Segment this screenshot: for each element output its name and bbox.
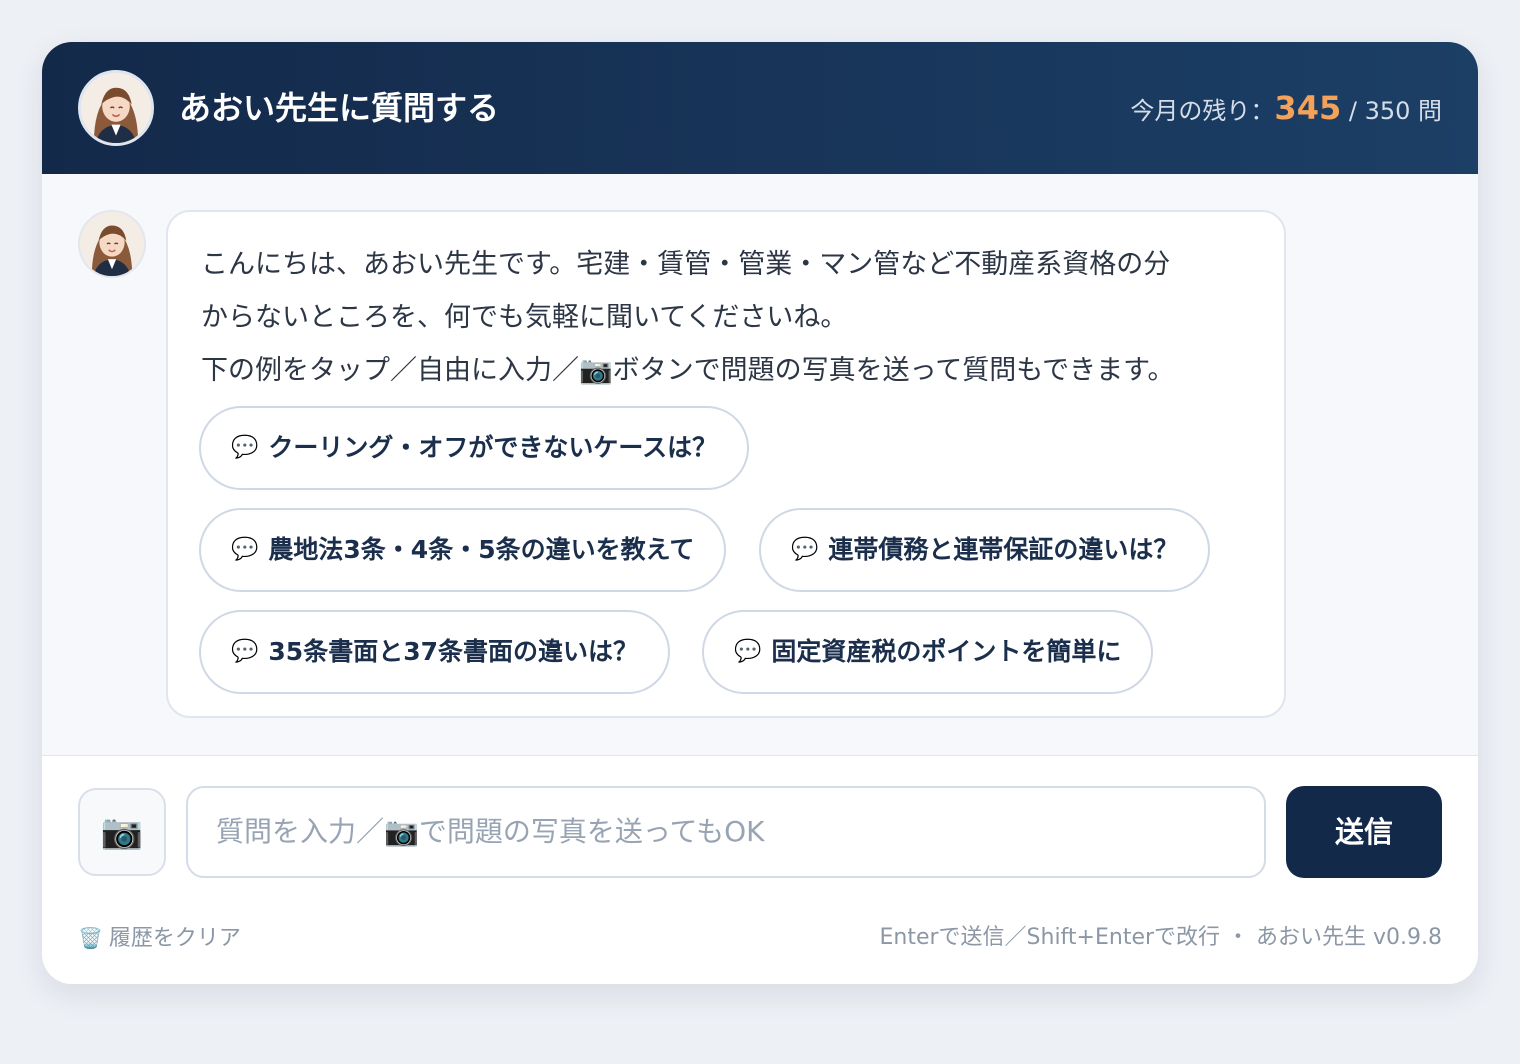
- camera-icon: 📷: [100, 812, 144, 852]
- clear-history-label: 履歴をクリア: [108, 926, 241, 951]
- composer: 📷 質問を入力／📷で問題の写真を送ってもOK 送信 🗑️ 履歴をクリア Enter…: [42, 756, 1478, 984]
- suggestion-chip-35-37-jou[interactable]: 💬 35条書面と37条書面の違いは？: [199, 610, 670, 694]
- clear-history-button[interactable]: 🗑️ 履歴をクリア: [78, 922, 241, 954]
- speech-bubble-icon: 💬: [791, 537, 819, 562]
- chat-widget: あおい先生に質問する 今月の残り：345 / 350 問 こんにちは、あおい先生…: [42, 42, 1478, 984]
- chat-title: あおい先生に質問する: [179, 89, 500, 127]
- assistant-message-bubble: こんにちは、あおい先生です。宅建・賃管・管業・マン管など不動産系資格の分 からな…: [166, 210, 1286, 718]
- suggestion-label: 連帯債務と連帯保証の違いは？: [828, 535, 1179, 564]
- teacher-avatar-image: [80, 212, 144, 276]
- suggestion-label: 35条書面と37条書面の違いは？: [268, 637, 638, 666]
- quota-total: / 350 問: [1341, 97, 1442, 125]
- trash-icon: 🗑️: [78, 926, 103, 950]
- camera-upload-button[interactable]: 📷: [78, 788, 166, 876]
- send-button[interactable]: 送信: [1286, 786, 1442, 878]
- message-avatar: [78, 210, 146, 278]
- chat-header: あおい先生に質問する 今月の残り：345 / 350 問: [42, 42, 1478, 174]
- teacher-avatar: [78, 70, 154, 146]
- suggestion-label: クーリング・オフができないケースは？: [268, 433, 718, 462]
- chat-area: こんにちは、あおい先生です。宅建・賃管・管業・マン管など不動産系資格の分 からな…: [42, 174, 1478, 756]
- suggestion-chip-nouchihou[interactable]: 💬 農地法3条・4条・5条の違いを教えて: [199, 508, 727, 592]
- suggestion-chip-cooling-off[interactable]: 💬 クーリング・オフができないケースは？: [199, 406, 750, 490]
- message-line: 下の例をタップ／自由に入力／📷ボタンで問題の写真を送って質問もできます。: [201, 355, 1175, 386]
- suggestion-label: 固定資産税のポイントを簡単に: [771, 637, 1122, 666]
- speech-bubble-icon: 💬: [734, 639, 762, 664]
- suggestion-label: 農地法3条・4条・5条の違いを教えて: [268, 535, 695, 564]
- monthly-quota: 今月の残り：345 / 350 問: [1130, 86, 1442, 130]
- question-input[interactable]: 質問を入力／📷で問題の写真を送ってもOK: [186, 786, 1266, 878]
- message-line: こんにちは、あおい先生です。宅建・賃管・管業・マン管など不動産系資格の分: [201, 249, 1171, 280]
- assistant-message-text: こんにちは、あおい先生です。宅建・賃管・管業・マン管など不動産系資格の分 からな…: [201, 238, 1261, 397]
- message-line: からないところを、何でも気軽に聞いてくださいね。: [201, 302, 848, 333]
- teacher-avatar-image: [81, 73, 151, 143]
- keyboard-hint: Enterで送信／Shift+Enterで改行 ・ あおい先生 v0.9.8: [879, 925, 1442, 950]
- speech-bubble-icon: 💬: [231, 537, 259, 562]
- suggestion-chip-rentai[interactable]: 💬 連帯債務と連帯保証の違いは？: [759, 508, 1211, 592]
- speech-bubble-icon: 💬: [231, 435, 259, 460]
- speech-bubble-icon: 💬: [231, 639, 259, 664]
- suggestion-chip-koteishisanzei[interactable]: 💬 固定資産税のポイントを簡単に: [702, 610, 1154, 694]
- quota-remaining: 345: [1274, 89, 1342, 127]
- quota-label: 今月の残り：: [1130, 97, 1275, 125]
